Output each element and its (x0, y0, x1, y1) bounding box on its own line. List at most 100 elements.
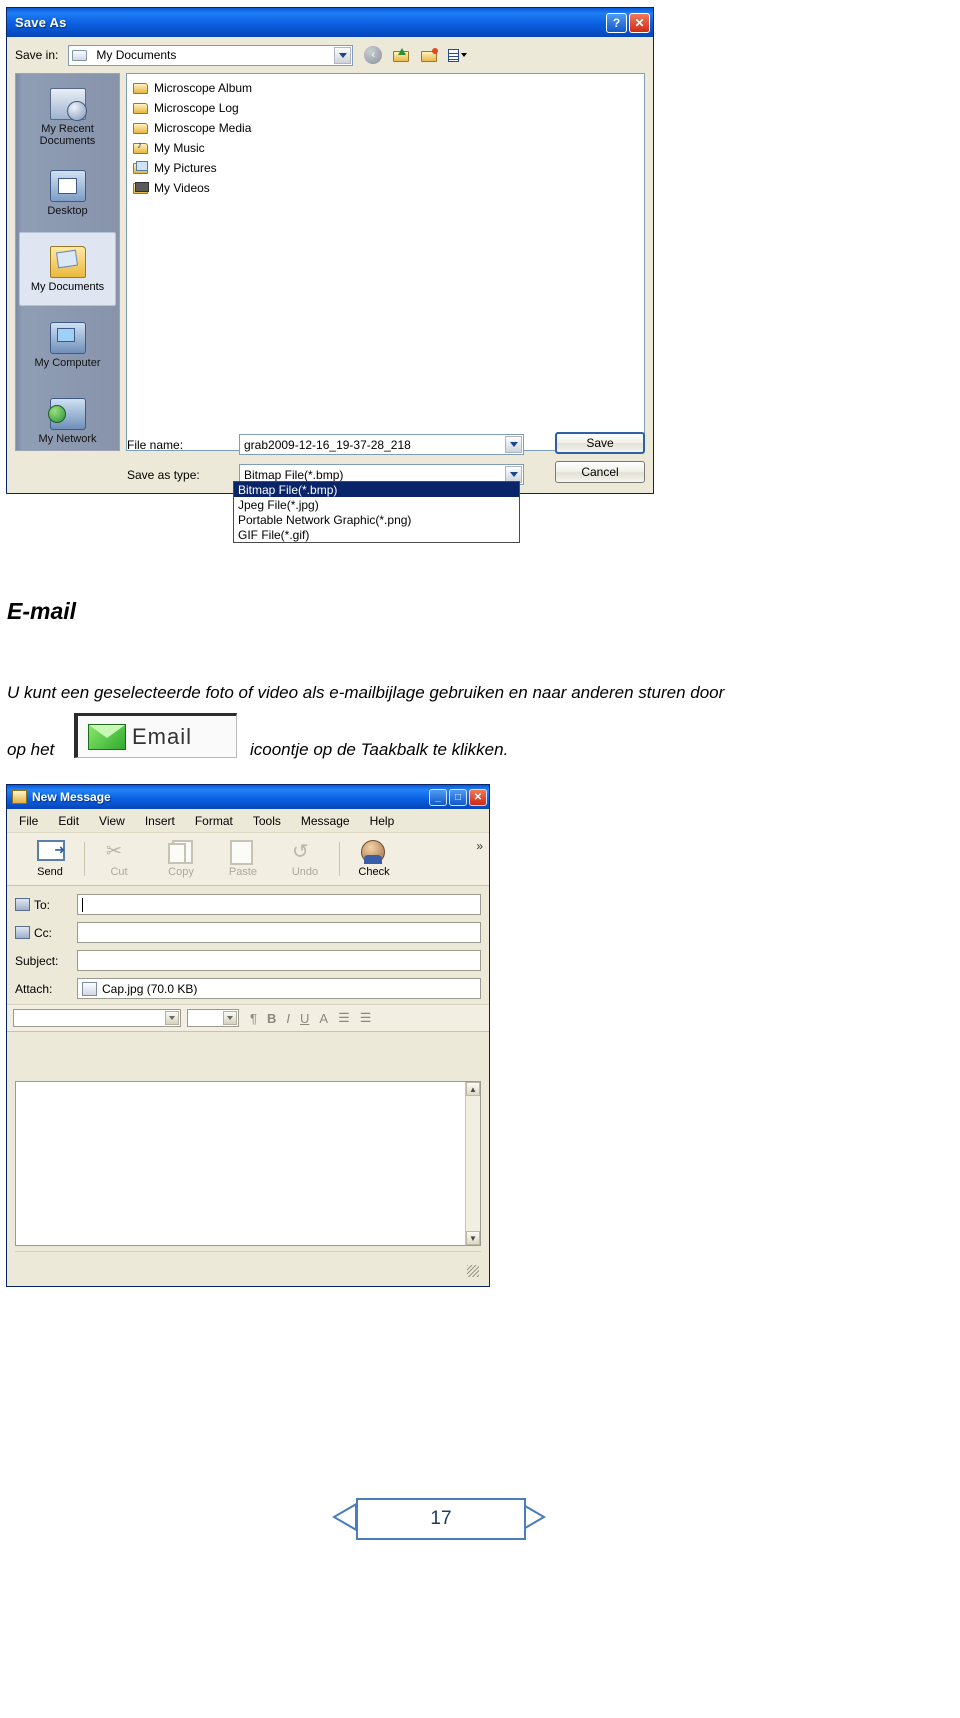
dropdown-option[interactable]: GIF File(*.gif) (234, 527, 519, 542)
cut-icon: ✂ (106, 841, 122, 862)
file-name: Microscope Log (154, 101, 239, 115)
formatting-toolbar: ¶ B I U A ☰ ☰ (7, 1004, 489, 1032)
sidebar-item-desktop[interactable]: Desktop (19, 156, 116, 230)
dropdown-option[interactable]: Bitmap File(*.bmp) (234, 482, 519, 497)
bullet-list-icon[interactable]: ☰ (360, 1010, 372, 1026)
new-message-window: New Message _ □ ✕ File Edit View Insert … (6, 784, 490, 1287)
message-body-editor[interactable]: ▲ ▼ (15, 1081, 481, 1246)
list-item[interactable]: Microscope Log (133, 98, 644, 118)
sidebar-item-my-computer[interactable]: My Computer (19, 308, 116, 382)
body-paragraph: U kunt een geselecteerde foto of video a… (7, 683, 725, 702)
attach-row: Attach: Cap.jpg (70.0 KB) (15, 976, 481, 1001)
dropdown-option[interactable]: Jpeg File(*.jpg) (234, 497, 519, 512)
list-item[interactable]: My Videos (133, 178, 644, 198)
help-button[interactable]: ? (606, 12, 627, 33)
dropdown-option[interactable]: Portable Network Graphic(*.png) (234, 512, 519, 527)
folder-icon (133, 121, 150, 135)
menu-item-file[interactable]: File (19, 814, 38, 828)
close-icon[interactable]: ✕ (469, 788, 487, 806)
banner-ribbon: 17 (356, 1498, 526, 1540)
save-in-combo[interactable]: My Documents (68, 44, 354, 66)
pictures-folder-icon (133, 161, 150, 175)
cancel-button[interactable]: Cancel (555, 461, 645, 483)
copy-button[interactable]: Copy (150, 840, 212, 878)
resize-grip[interactable] (467, 1265, 479, 1277)
to-input[interactable] (77, 894, 481, 915)
create-new-folder-icon[interactable] (418, 45, 440, 66)
toolbar-overflow-icon[interactable]: » (476, 839, 483, 853)
menu-item-message[interactable]: Message (301, 814, 350, 828)
toolbar-label: Undo (291, 866, 319, 878)
cut-button[interactable]: ✂ Cut (88, 840, 150, 878)
banner-left-tail (332, 1503, 356, 1531)
underline-icon[interactable]: U (300, 1011, 309, 1026)
paste-button[interactable]: Paste (212, 840, 274, 878)
maximize-button[interactable]: □ (449, 788, 467, 806)
my-network-icon (47, 397, 86, 430)
scroll-up-icon[interactable]: ▲ (466, 1082, 480, 1096)
send-button[interactable]: Send (19, 840, 81, 878)
menu-item-insert[interactable]: Insert (145, 814, 175, 828)
attach-field[interactable]: Cap.jpg (70.0 KB) (77, 978, 481, 999)
back-icon[interactable]: ‹ (362, 45, 384, 66)
paragraph-after-button: icoontje op de Taakbalk te klikken. (250, 740, 509, 759)
views-icon[interactable] (446, 45, 468, 66)
menu-item-edit[interactable]: Edit (58, 814, 79, 828)
page-number: 17 (430, 1508, 452, 1529)
menu-item-format[interactable]: Format (195, 814, 233, 828)
close-icon[interactable]: ✕ (629, 12, 650, 33)
chevron-down-icon[interactable] (334, 46, 352, 64)
email-toolbar-button[interactable]: Email (74, 713, 237, 758)
cc-input[interactable] (77, 922, 481, 943)
status-bar (15, 1251, 481, 1278)
undo-button[interactable]: ↺ Undo (274, 840, 336, 878)
toolbar-separator (339, 842, 340, 876)
scroll-down-icon[interactable]: ▼ (466, 1231, 480, 1245)
paragraph-style-icon[interactable]: ¶ (250, 1011, 257, 1026)
message-header-fields: To: Cc: Subject: Attach: Cap.jpg (70.0 K… (7, 886, 489, 1001)
minimize-button[interactable]: _ (429, 788, 447, 806)
address-book-icon[interactable] (15, 926, 30, 939)
file-name: Microscope Album (154, 81, 253, 95)
list-item[interactable]: My Music (133, 138, 644, 158)
save-as-dialog: Save As ? ✕ Save in: My Documents ‹ My R… (6, 7, 654, 494)
sidebar-item-my-network[interactable]: My Network (19, 384, 116, 458)
font-family-select[interactable] (13, 1009, 181, 1027)
chevron-down-icon[interactable] (505, 436, 522, 453)
italic-icon[interactable]: I (286, 1011, 290, 1026)
folder-icon (133, 101, 150, 115)
file-name-input[interactable]: grab2009-12-16_19-37-28_218 (239, 434, 524, 455)
page-title: E-mail (7, 598, 77, 624)
font-color-icon[interactable]: A (319, 1011, 328, 1026)
list-item[interactable]: My Pictures (133, 158, 644, 178)
subject-input[interactable] (77, 950, 481, 971)
menu-item-view[interactable]: View (99, 814, 125, 828)
sidebar-item-my-documents[interactable]: My Documents (19, 232, 116, 306)
vertical-scrollbar[interactable]: ▲ ▼ (465, 1082, 480, 1245)
my-documents-icon (72, 48, 88, 62)
list-item[interactable]: Microscope Media (133, 118, 644, 138)
new-message-titlebar: New Message _ □ ✕ (7, 785, 489, 809)
save-button[interactable]: Save (555, 432, 645, 454)
to-label: To: (34, 897, 51, 912)
font-size-select[interactable] (187, 1009, 239, 1027)
subject-label: Subject: (15, 953, 59, 968)
address-book-icon[interactable] (15, 898, 30, 911)
list-item[interactable]: Microscope Album (133, 78, 644, 98)
save-as-title: Save As (15, 15, 67, 30)
attachment-name: Cap.jpg (70.0 KB) (102, 981, 198, 996)
new-message-title: New Message (32, 790, 111, 804)
save-as-type-dropdown[interactable]: Bitmap File(*.bmp) Jpeg File(*.jpg) Port… (233, 481, 520, 543)
bold-icon[interactable]: B (267, 1011, 276, 1026)
file-list[interactable]: Microscope Album Microscope Log Microsco… (126, 73, 645, 451)
menu-item-help[interactable]: Help (370, 814, 395, 828)
check-names-button[interactable]: Check (343, 840, 405, 878)
save-as-actions: Save Cancel (555, 432, 647, 490)
place-label: My Network (38, 432, 97, 445)
up-one-level-icon[interactable] (390, 45, 412, 66)
save-as-toolbar: ‹ (362, 45, 468, 66)
cc-label: Cc: (34, 925, 52, 940)
menu-item-tools[interactable]: Tools (253, 814, 281, 828)
numbered-list-icon[interactable]: ☰ (338, 1010, 350, 1026)
sidebar-item-my-recent-documents[interactable]: My Recent Documents (19, 80, 116, 154)
